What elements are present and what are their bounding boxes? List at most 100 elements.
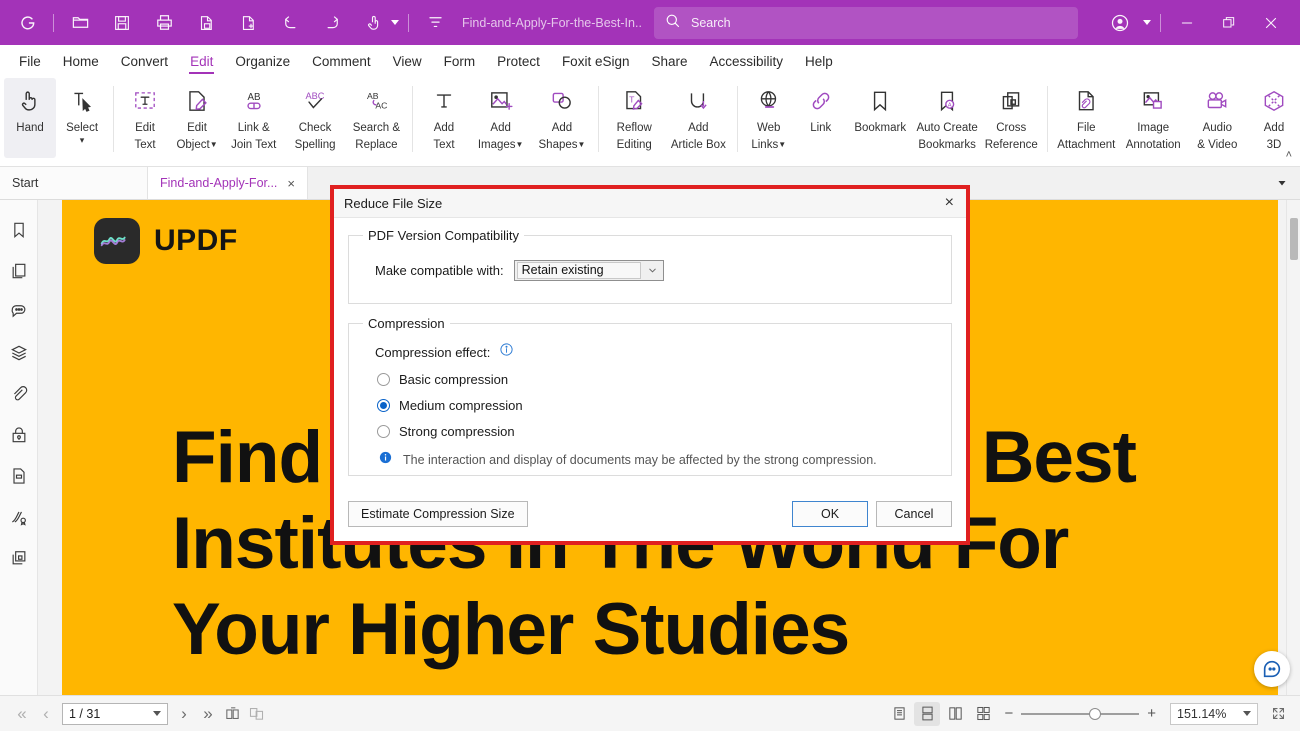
attachments-panel-icon[interactable] [7,382,31,406]
fullscreen-icon[interactable] [1266,702,1290,726]
ribbon-cross-reference[interactable]: Cross Reference [981,78,1042,158]
menu-item-help[interactable]: Help [794,48,844,75]
vertical-scrollbar[interactable] [1286,200,1300,695]
bookmarks-panel-icon[interactable] [7,218,31,242]
tab-start[interactable]: Start [0,167,148,199]
compare-documents-icon[interactable] [244,702,268,726]
radio-strong-indicator[interactable] [377,425,390,438]
page-number-input[interactable]: 1 / 31 [62,703,168,725]
last-page-button[interactable]: » [196,702,220,726]
touch-mode-caret-icon[interactable] [391,20,399,25]
ribbon-edit-object[interactable]: Edit Object▼ [171,78,223,158]
account-caret-icon[interactable] [1143,20,1151,25]
signatures-panel-icon[interactable] [7,505,31,529]
ribbon-select-caret-icon[interactable]: ▾ [80,135,85,146]
export-page-icon[interactable] [191,8,221,38]
ribbon-file-attachment[interactable]: File Attachment [1053,78,1120,158]
menu-item-accessibility[interactable]: Accessibility [699,48,795,75]
new-page-icon[interactable] [233,8,263,38]
prev-page-button[interactable]: ‹ [34,702,58,726]
undo-icon[interactable] [275,8,305,38]
split-view-icon[interactable] [220,702,244,726]
menu-item-file[interactable]: File [8,48,52,75]
ribbon-link-join-text[interactable]: AB Link & Join Text [223,78,284,158]
ribbon-web-links[interactable]: Web Links▼ [743,78,795,158]
open-file-icon[interactable] [65,8,95,38]
ribbon-link[interactable]: Link [795,78,847,158]
ribbon-search-replace[interactable]: AB AC Search & Replace [346,78,407,158]
ribbon-check-spelling[interactable]: ABC Check Spelling [284,78,345,158]
ribbon-add-3d[interactable]: Add 3D [1248,78,1300,158]
restore-window-icon[interactable] [1214,8,1244,38]
save-icon[interactable] [107,8,137,38]
tab-find-and-apply[interactable]: Find-and-Apply-For... × [148,167,308,199]
ribbon-select-tool[interactable]: Select ▾ [56,78,108,158]
fields-panel-icon[interactable] [7,464,31,488]
zoom-slider-track[interactable] [1021,713,1139,715]
radio-medium-compression[interactable]: Medium compression [377,398,939,413]
updf-logo-icon[interactable] [12,8,42,38]
ok-button[interactable]: OK [792,501,868,527]
redo-icon[interactable] [317,8,347,38]
ribbon-image-annotation[interactable]: Image Annotation [1120,78,1187,158]
account-avatar-icon[interactable] [1105,8,1135,38]
ribbon-add-text[interactable]: Add Text [418,78,470,158]
minimize-button[interactable] [1172,8,1202,38]
print-icon[interactable] [149,8,179,38]
zoom-out-button[interactable]: − [1004,705,1013,722]
layers-panel-icon[interactable] [7,341,31,365]
search-input[interactable]: Search [654,7,1078,39]
first-page-button[interactable]: « [10,702,34,726]
collapse-ribbon-button[interactable]: ˄ [1286,149,1292,161]
dialog-close-icon[interactable]: × [941,194,958,212]
touch-mode-icon[interactable] [359,8,389,38]
ribbon-hand-tool[interactable]: Hand [4,78,56,158]
ribbon-reflow-editing[interactable]: T Reflow Editing [604,78,665,158]
chevron-down-icon[interactable] [1264,167,1300,199]
estimate-compression-size-button[interactable]: Estimate Compression Size [348,501,528,527]
radio-strong-compression[interactable]: Strong compression [377,424,939,439]
menu-item-organize[interactable]: Organize [224,48,301,75]
zoom-level-input[interactable]: 151.14% [1170,703,1258,725]
page-dropdown-caret-icon[interactable] [153,711,161,716]
ribbon-audio-video[interactable]: Audio & Video [1187,78,1248,158]
menu-item-convert[interactable]: Convert [110,48,179,75]
cancel-button[interactable]: Cancel [876,501,952,527]
two-page-scroll-view-icon[interactable] [970,702,996,726]
info-circle-icon[interactable] [499,342,514,362]
ribbon-add-images[interactable]: Add Images▼ [470,78,531,158]
ribbon-auto-create-bookmarks[interactable]: A Auto Create Bookmarks [914,78,981,158]
ribbon-add-shapes[interactable]: Add Shapes▼ [531,78,592,158]
close-icon[interactable]: × [287,176,295,191]
next-page-button[interactable]: › [172,702,196,726]
ribbon-edit-text[interactable]: Edit Text [119,78,171,158]
reduce-file-size-dialog[interactable]: Reduce File Size × PDF Version Compatibi… [330,185,970,545]
radio-basic-compression[interactable]: Basic compression [377,372,939,387]
radio-medium-indicator[interactable] [377,399,390,412]
scrollbar-thumb[interactable] [1290,218,1298,260]
zoom-slider[interactable]: − + [1004,705,1156,722]
stamps-panel-icon[interactable] [7,546,31,570]
menu-item-share[interactable]: Share [640,48,698,75]
zoom-dropdown-caret-icon[interactable] [1243,711,1251,716]
single-page-view-icon[interactable] [886,702,912,726]
thumbnails-panel-icon[interactable] [7,259,31,283]
ribbon-add-article-box[interactable]: Add Article Box [665,78,732,158]
two-page-view-icon[interactable] [942,702,968,726]
security-panel-icon[interactable] [7,423,31,447]
menu-item-form[interactable]: Form [433,48,487,75]
menu-item-comment[interactable]: Comment [301,48,382,75]
menu-item-edit[interactable]: Edit [179,48,224,75]
zoom-in-button[interactable]: + [1147,705,1156,722]
menu-item-foxit-esign[interactable]: Foxit eSign [551,48,641,75]
chevron-down-icon[interactable] [643,265,663,276]
radio-basic-indicator[interactable] [377,373,390,386]
comments-panel-icon[interactable] [7,300,31,324]
make-compatible-select[interactable]: Retain existing [514,260,664,281]
customize-toolbar-icon[interactable] [420,8,450,38]
menu-item-protect[interactable]: Protect [486,48,551,75]
continuous-scroll-view-icon[interactable] [914,702,940,726]
menu-item-home[interactable]: Home [52,48,110,75]
chat-support-icon[interactable] [1254,651,1290,687]
close-window-button[interactable] [1256,8,1286,38]
